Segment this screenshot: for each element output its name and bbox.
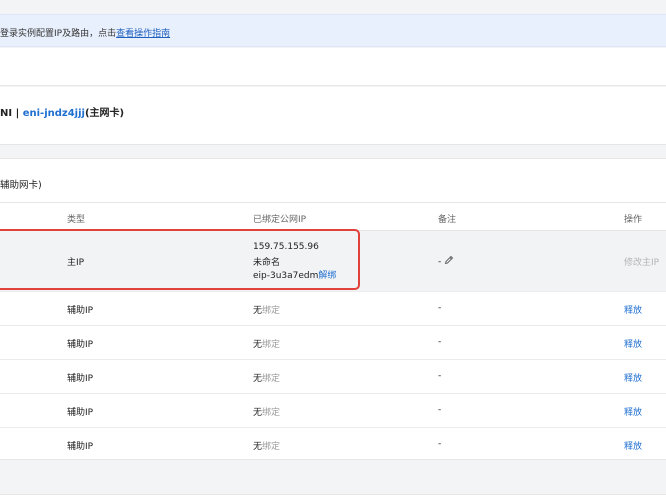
eip-cell: 无绑定	[253, 337, 280, 350]
bind-link[interactable]: 绑定	[262, 442, 280, 452]
public-ip: 159.75.155.96	[253, 242, 319, 252]
release-button[interactable]: 释放	[624, 337, 642, 350]
eip-none: 无	[253, 306, 263, 316]
modify-primary-ip-button[interactable]: 修改主IP	[624, 255, 659, 268]
remark-value: -	[438, 257, 442, 267]
table-row: 辅助IP 无绑定 - 释放	[0, 360, 666, 394]
eip-none: 无	[253, 340, 263, 350]
bind-link[interactable]: 绑定	[262, 408, 280, 418]
eni-header: NI | eni-jndz4jjj(主网卡)	[0, 87, 666, 145]
notice-text: 登录实例配置IP及路由，点击查看操作指南	[0, 26, 170, 39]
bind-link[interactable]: 绑定	[262, 306, 280, 316]
remark-cell: -	[438, 255, 454, 267]
eni-prefix: NI |	[0, 108, 23, 119]
eip-cell: 无绑定	[253, 303, 280, 316]
eni-suffix: (主网卡)	[84, 108, 125, 119]
operation-guide-link[interactable]: 查看操作指南	[116, 29, 170, 39]
row-type: 辅助IP	[67, 306, 94, 316]
edit-pencil-icon[interactable]	[444, 255, 454, 265]
remark-value: -	[438, 303, 442, 313]
notice-message: 登录实例配置IP及路由，点击	[0, 29, 117, 39]
table-row-primary: 主IP 159.75.155.96 未命名 eip-3u3a7edm解绑 - 修…	[0, 231, 666, 292]
table-row: 辅助IP 无绑定 - 释放	[0, 394, 666, 428]
info-notice: 登录实例配置IP及路由，点击查看操作指南	[0, 14, 666, 47]
eip-name: 未命名	[253, 258, 281, 268]
table-row: 辅助IP 无绑定 - 释放	[0, 292, 666, 326]
row-type: 辅助IP	[67, 442, 94, 452]
row-type: 主IP	[67, 258, 85, 268]
remark-value: -	[438, 371, 442, 381]
table-row: 辅助IP 无绑定 - 释放	[0, 428, 666, 461]
ip-card: 辅助网卡) 类型 已绑定公网IP 备注 操作 主IP 159.75.155.96…	[0, 158, 666, 460]
eip-cell: 无绑定	[253, 405, 280, 418]
column-action: 操作	[624, 215, 643, 225]
remark-value: -	[438, 439, 442, 449]
table-row: 辅助IP 无绑定 - 释放	[0, 326, 666, 360]
eip-none: 无	[253, 408, 263, 418]
release-button[interactable]: 释放	[624, 439, 642, 452]
release-button[interactable]: 释放	[624, 371, 642, 384]
eip-cell: 无绑定	[253, 371, 280, 384]
table-header: 类型 已绑定公网IP 备注 操作	[0, 202, 666, 231]
eni-id-link[interactable]: eni-jndz4jjj	[23, 108, 85, 119]
eip-cell: 无绑定	[253, 439, 280, 452]
eip-none: 无	[253, 442, 263, 452]
row-type: 辅助IP	[67, 374, 94, 384]
bind-link[interactable]: 绑定	[262, 340, 280, 350]
bottom-panel	[0, 494, 666, 500]
eni-title: NI | eni-jndz4jjj(主网卡)	[0, 104, 124, 119]
unbind-link[interactable]: 解绑	[318, 271, 336, 281]
top-panel	[0, 48, 666, 86]
row-type: 辅助IP	[67, 408, 94, 418]
release-button[interactable]: 释放	[624, 303, 642, 316]
remark-value: -	[438, 405, 442, 415]
eip-id-line: eip-3u3a7edm解绑	[253, 268, 336, 281]
row-type: 辅助IP	[67, 340, 94, 350]
release-button[interactable]: 释放	[624, 405, 642, 418]
column-type: 类型	[67, 215, 86, 225]
remark-value: -	[438, 337, 442, 347]
column-remark: 备注	[438, 215, 457, 225]
card-title: 辅助网卡)	[0, 180, 42, 191]
column-eip: 已绑定公网IP	[253, 215, 307, 225]
eip-id: eip-3u3a7edm	[253, 271, 319, 281]
bind-link[interactable]: 绑定	[262, 374, 280, 384]
eip-none: 无	[253, 374, 263, 384]
